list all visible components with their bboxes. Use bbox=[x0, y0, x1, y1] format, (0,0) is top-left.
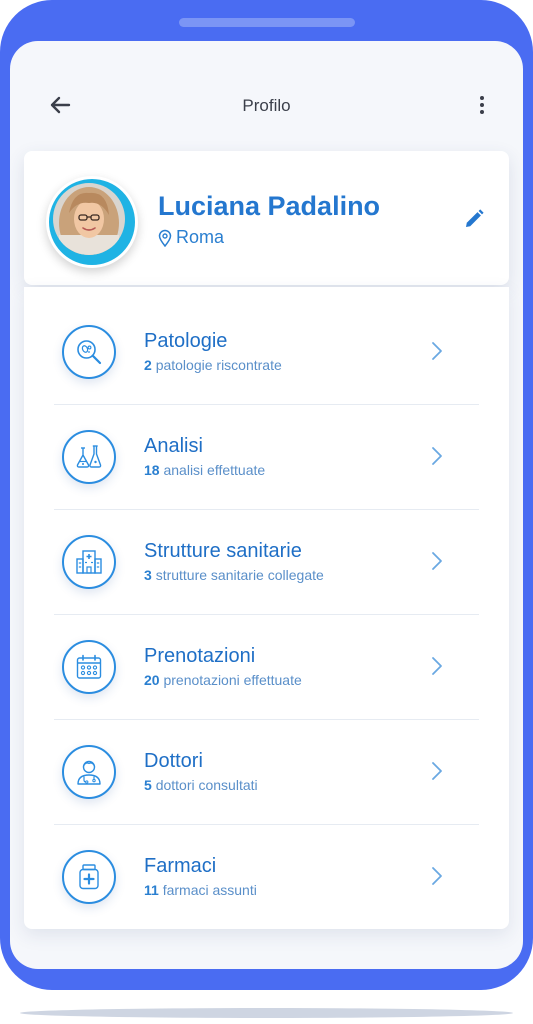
medicine-bottle-icon bbox=[79, 864, 99, 890]
item-subtitle-text: dottori consultati bbox=[155, 777, 258, 793]
item-count: 2 bbox=[144, 357, 152, 373]
chevron-right-icon bbox=[432, 342, 442, 360]
item-subtitle-text: strutture sanitarie collegate bbox=[155, 567, 324, 583]
item-subtitle: 3 strutture sanitarie collegate bbox=[144, 567, 324, 583]
item-count: 3 bbox=[144, 567, 152, 583]
item-icon-circle bbox=[62, 640, 116, 694]
chevron-right-icon bbox=[432, 762, 442, 780]
profile-card: Luciana Padalino Roma bbox=[24, 151, 509, 285]
avatar bbox=[46, 176, 138, 268]
more-options-button[interactable] bbox=[470, 93, 494, 117]
item-count: 5 bbox=[144, 777, 152, 793]
bacteria-magnifier-icon bbox=[77, 340, 102, 365]
chevron-right-icon bbox=[432, 657, 442, 675]
item-subtitle: 5 dottori consultati bbox=[144, 777, 258, 793]
list-item-dottori[interactable]: Dottori 5 dottori consultati bbox=[54, 720, 479, 825]
avatar-image bbox=[53, 183, 125, 255]
item-subtitle: 18 analisi effettuate bbox=[144, 462, 265, 478]
item-icon-circle bbox=[62, 430, 116, 484]
location-label: Roma bbox=[176, 227, 225, 247]
item-icon-circle bbox=[62, 325, 116, 379]
item-icon-circle bbox=[62, 745, 116, 799]
list-item-analisi[interactable]: Analisi 18 analisi effettuate bbox=[54, 405, 479, 510]
profile-sections-list: Patologie 2 patologie riscontrate Analis… bbox=[24, 287, 509, 929]
item-title: Strutture sanitarie bbox=[144, 540, 302, 562]
edit-profile-button[interactable] bbox=[462, 207, 486, 231]
device-shadow bbox=[20, 1008, 513, 1018]
item-title: Analisi bbox=[144, 435, 203, 457]
item-title: Prenotazioni bbox=[144, 645, 256, 667]
item-subtitle: 20 prenotazioni effettuate bbox=[144, 672, 302, 688]
hospital-building-icon bbox=[76, 550, 102, 574]
screen: Profilo Luciana Padalino Roma Patologie … bbox=[10, 41, 523, 969]
pencil-icon bbox=[466, 209, 484, 227]
chevron-right-icon bbox=[432, 552, 442, 570]
lab-flasks-icon bbox=[76, 445, 102, 468]
item-count: 18 bbox=[144, 462, 160, 478]
item-subtitle-text: prenotazioni effettuate bbox=[163, 672, 302, 688]
app-header: Profilo bbox=[10, 41, 523, 151]
item-title: Dottori bbox=[144, 750, 203, 772]
item-icon-circle bbox=[62, 850, 116, 904]
item-count: 20 bbox=[144, 672, 160, 688]
list-item-prenotazioni[interactable]: Prenotazioni 20 prenotazioni effettuate bbox=[54, 615, 479, 720]
chevron-right-icon bbox=[432, 867, 442, 885]
list-item-patologie[interactable]: Patologie 2 patologie riscontrate bbox=[54, 300, 479, 405]
map-pin-icon bbox=[158, 229, 172, 247]
page-title: Profilo bbox=[242, 96, 291, 115]
list-item-strutture-sanitarie[interactable]: Strutture sanitarie 3 strutture sanitari… bbox=[54, 510, 479, 615]
item-subtitle-text: patologie riscontrate bbox=[155, 357, 282, 373]
chevron-right-icon bbox=[432, 447, 442, 465]
item-subtitle: 2 patologie riscontrate bbox=[144, 357, 282, 373]
profile-location: Roma bbox=[158, 227, 224, 248]
item-title: Patologie bbox=[144, 330, 228, 352]
device-speaker bbox=[179, 18, 355, 27]
calendar-icon bbox=[76, 654, 102, 679]
list-item-farmaci[interactable]: Farmaci 11 farmaci assunti bbox=[54, 825, 479, 930]
doctor-icon bbox=[77, 760, 101, 785]
item-subtitle: 11 farmaci assunti bbox=[144, 882, 257, 898]
item-title: Farmaci bbox=[144, 855, 217, 877]
item-count: 11 bbox=[144, 882, 159, 898]
item-subtitle-text: analisi effettuate bbox=[163, 462, 266, 478]
item-icon-circle bbox=[62, 535, 116, 589]
profile-name: Luciana Padalino bbox=[158, 191, 381, 221]
item-subtitle-text: farmaci assunti bbox=[162, 882, 257, 898]
device-frame: Profilo Luciana Padalino Roma Patologie … bbox=[0, 0, 533, 990]
more-vertical-icon bbox=[480, 96, 484, 114]
